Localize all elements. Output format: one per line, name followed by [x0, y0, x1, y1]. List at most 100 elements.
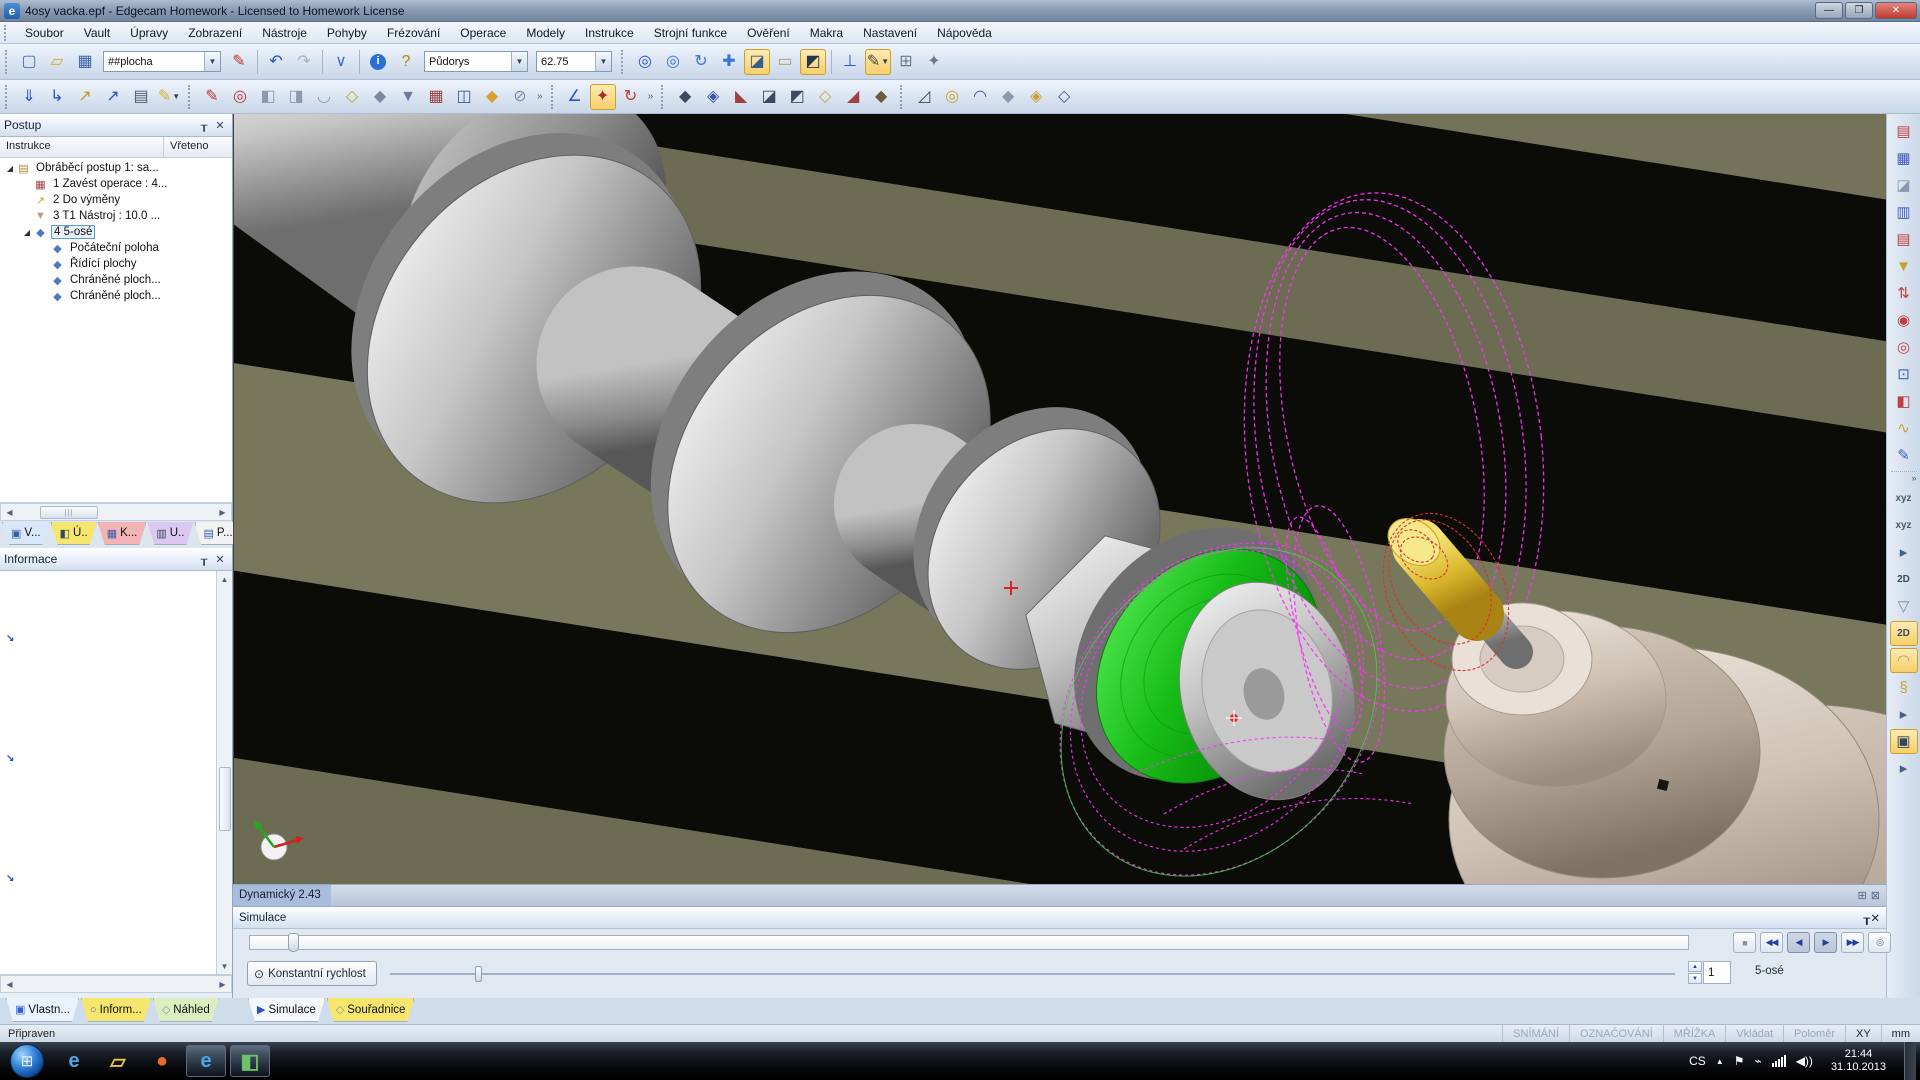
close-pane-icon[interactable]: ⊠: [1871, 889, 1880, 902]
hole-cycle-icon[interactable]: ◫: [451, 84, 477, 110]
to-2d-icon[interactable]: 2D: [1890, 567, 1918, 592]
taskbar-explorer-icon[interactable]: ▱: [98, 1045, 138, 1077]
menu-item[interactable]: Vault: [74, 24, 120, 42]
scroll-left-icon[interactable]: ◀: [1, 504, 18, 520]
separator[interactable]: [831, 50, 832, 74]
profile-cycle-icon[interactable]: ◇: [339, 84, 365, 110]
speed-slider[interactable]: [390, 973, 1675, 975]
tree-item-pocatecni-poloha[interactable]: ◢ ◆ Počáteční poloha: [0, 240, 232, 256]
menu-item[interactable]: Nastavení: [853, 24, 927, 42]
title-bar[interactable]: e 4osy vacka.epf - Edgecam Homework - Li…: [0, 0, 1920, 22]
tree-item-zavest-operace[interactable]: ◢ ▦ 1 Zavést operace : 4...: [0, 176, 232, 192]
menu-item[interactable]: Modely: [516, 24, 575, 42]
waveform-roughing-icon[interactable]: ▤: [1890, 119, 1918, 144]
scroll-down-icon[interactable]: ▼: [217, 958, 232, 974]
status-toggle[interactable]: OZNAČOVÁNÍ: [1569, 1025, 1663, 1042]
tree-horizontal-scrollbar[interactable]: ◀ ||| ▶: [0, 503, 232, 521]
rapid-move-icon[interactable]: ↗: [72, 84, 98, 110]
drive-path-icon[interactable]: ◢: [840, 84, 866, 110]
solid-cycle-icon[interactable]: ◆: [367, 84, 393, 110]
pan-view-icon[interactable]: ✚: [716, 49, 742, 75]
render-view-icon[interactable]: ◩: [800, 49, 826, 75]
new-file-icon[interactable]: ▢: [16, 49, 42, 75]
close-icon[interactable]: ✕: [1870, 911, 1880, 925]
flat-land-mill-icon[interactable]: ◪: [1890, 173, 1918, 198]
taskbar-ie-icon[interactable]: e: [54, 1045, 94, 1077]
close-button[interactable]: ✕: [1875, 2, 1917, 19]
erase-cycle-icon[interactable]: ✎: [199, 84, 225, 110]
expander-icon[interactable]: ◢: [4, 164, 16, 173]
contour-icon[interactable]: ◆: [995, 84, 1021, 110]
analyze-button[interactable]: ◎: [1868, 932, 1891, 953]
multiaxis-path-icon[interactable]: ◪: [756, 84, 782, 110]
feed-down-icon[interactable]: ⇓: [16, 84, 42, 110]
tab-ulohy[interactable]: ◧ Ú..: [51, 522, 97, 545]
accept-icon[interactable]: ∨: [328, 49, 354, 75]
separator[interactable]: [322, 50, 323, 74]
pencil-mill-icon[interactable]: ◎: [1890, 335, 1918, 360]
speed-slider-thumb[interactable]: [475, 966, 482, 982]
wave-finish-icon[interactable]: ∿: [1890, 416, 1918, 441]
zoom-dynamic-icon[interactable]: ◎: [660, 49, 686, 75]
finish-icon[interactable]: ◈: [1023, 84, 1049, 110]
step-spinner[interactable]: ▲▼: [1688, 961, 1702, 984]
flyout-arrow-icon[interactable]: ▸: [1890, 702, 1918, 727]
tab-komponenty[interactable]: ▦ K...: [98, 522, 147, 545]
scroll-left-icon[interactable]: ◀: [1, 976, 18, 992]
square-spiral-icon[interactable]: ⊡: [1890, 362, 1918, 387]
five-axis-cycle-icon[interactable]: ✦: [590, 84, 616, 110]
toolbar-overflow-icon[interactable]: »: [648, 91, 654, 102]
info-vertical-scrollbar[interactable]: ▲ ▼: [216, 571, 232, 974]
minimize-button[interactable]: —: [1815, 2, 1843, 19]
filter-icon[interactable]: ▽: [1890, 594, 1918, 619]
thread-cycle-icon[interactable]: ▦: [423, 84, 449, 110]
view-combo[interactable]: Půdorys ▼: [424, 51, 528, 72]
annotate-icon[interactable]: ✎▼: [156, 84, 182, 110]
status-toggle[interactable]: Poloměr: [1783, 1025, 1845, 1042]
spiral-cycle-icon[interactable]: ◎: [227, 84, 253, 110]
tab-vlastnosti[interactable]: ▣ Vlastn...: [6, 998, 79, 1022]
spiral-mill-icon[interactable]: ◉: [1890, 308, 1918, 333]
rough-cycle-icon[interactable]: ◧: [255, 84, 281, 110]
menu-item[interactable]: Úpravy: [120, 24, 178, 42]
info-icon[interactable]: i: [365, 49, 391, 75]
skip-start-button[interactable]: ◀◀: [1760, 932, 1783, 953]
flyout-arrow-icon[interactable]: ▸: [1890, 540, 1918, 565]
menu-item[interactable]: Pohyby: [317, 24, 377, 42]
close-icon[interactable]: ✕: [212, 118, 228, 133]
tree-item-nastroj[interactable]: ◢ ▼ 3 T1 Nástroj : 10.0 ...: [0, 208, 232, 224]
undo-icon[interactable]: ↶: [263, 49, 289, 75]
flyout-arrow-icon[interactable]: ▸: [1890, 756, 1918, 781]
lead-icon[interactable]: ◠: [967, 84, 993, 110]
status-toggle[interactable]: MŘÍŽKA: [1663, 1025, 1726, 1042]
machine-setup-icon[interactable]: ✦: [921, 49, 947, 75]
nc-window-icon[interactable]: ▣: [1890, 729, 1918, 754]
skip-end-button[interactable]: ▶▶: [1841, 932, 1864, 953]
menu-item[interactable]: Frézování: [377, 24, 450, 42]
taskbar-ie-window-icon[interactable]: e: [186, 1045, 226, 1077]
column-vreteno[interactable]: Vřeteno: [164, 137, 232, 157]
tab-uzivatelske[interactable]: ▥ U..: [147, 522, 193, 545]
time-cycle-icon[interactable]: ⊘: [507, 84, 533, 110]
status-toggle[interactable]: mm: [1881, 1025, 1920, 1042]
menu-item[interactable]: Ověření: [737, 24, 800, 42]
flat-cycle-icon[interactable]: ◨: [283, 84, 309, 110]
clock[interactable]: 21:44 31.10.2013: [1823, 1048, 1894, 1074]
tree-item-obrabeci-postup[interactable]: ◢ ▤ Obráběcí postup 1: sa...: [0, 160, 232, 176]
scroll-right-icon[interactable]: ▶: [214, 976, 231, 992]
angle-measure-icon[interactable]: ∠: [562, 84, 588, 110]
language-indicator[interactable]: CS: [1689, 1054, 1706, 1068]
menu-item[interactable]: Strojní funkce: [644, 24, 737, 42]
sketch-edit-icon[interactable]: ✎▼: [865, 49, 891, 75]
goto-move-icon[interactable]: ↗: [100, 84, 126, 110]
scroll-up-icon[interactable]: ▲: [217, 571, 232, 587]
surface-path-icon[interactable]: ◈: [700, 84, 726, 110]
link-move-icon[interactable]: ↳: [44, 84, 70, 110]
box-roughing-icon[interactable]: ▦: [1890, 146, 1918, 171]
rotary-transform-icon[interactable]: ↻: [618, 84, 644, 110]
save-icon[interactable]: ▦: [72, 49, 98, 75]
play-backward-button[interactable]: ◀: [1787, 932, 1810, 953]
updown-mill-icon[interactable]: ⇅: [1890, 281, 1918, 306]
rotate-view-icon[interactable]: ↻: [688, 49, 714, 75]
zoom-window-icon[interactable]: ◎: [632, 49, 658, 75]
